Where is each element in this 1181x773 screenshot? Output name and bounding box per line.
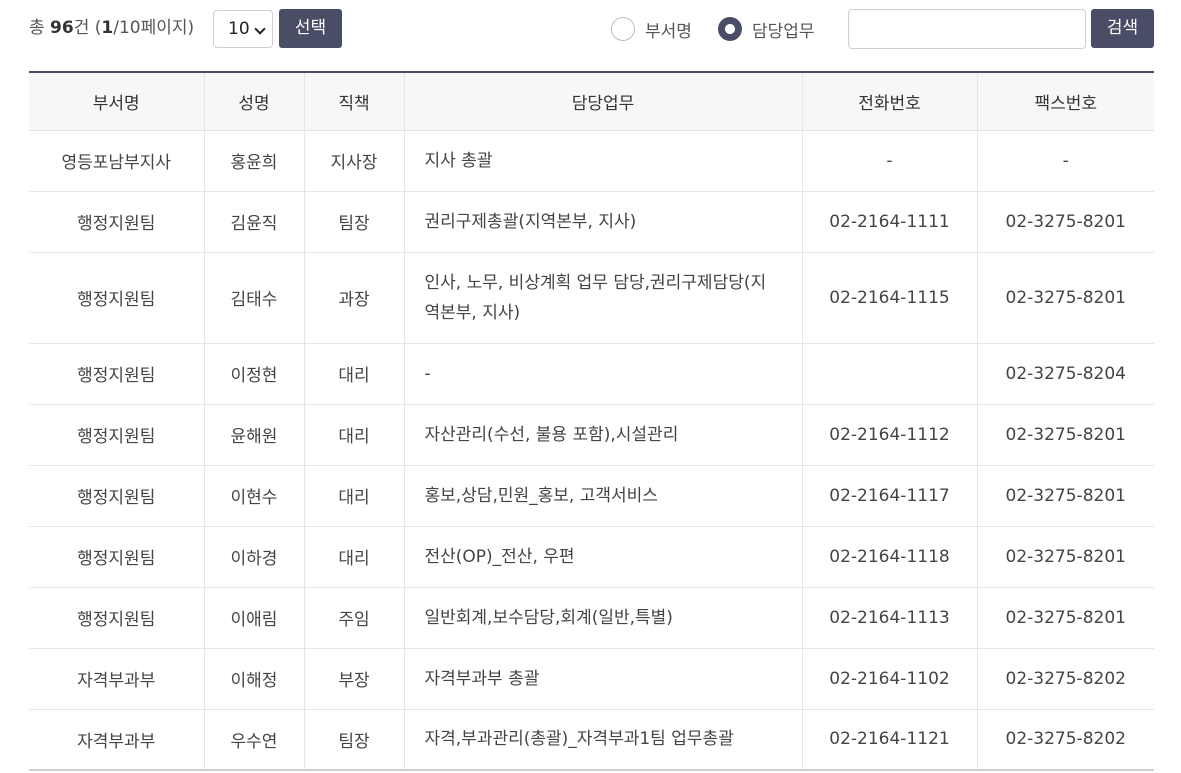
radio-task-label: 담당업무 — [752, 21, 815, 42]
table-row: 행정지원팀 이정현 대리 - 02-3275-8204 — [29, 343, 1154, 405]
cell-task: 전산(OP)_전산, 우편 — [403, 526, 802, 588]
header-department: 부서명 — [29, 71, 204, 131]
cell-department: 영등포남부지사 — [29, 130, 204, 192]
radio-department[interactable]: 부서명 — [611, 15, 692, 43]
table-row: 행정지원팀 윤해원 대리 자산관리(수선, 불용 포함),시설관리 02-216… — [29, 404, 1154, 466]
cell-fax: 02-3275-8201 — [976, 465, 1154, 527]
cell-position: 과장 — [303, 252, 404, 344]
cell-task: 인사, 노무, 비상계획 업무 담당,권리구제담당(지역본부, 지사) — [403, 252, 802, 344]
cell-phone: 02-2164-1102 — [801, 648, 977, 710]
page-size-select[interactable]: 10 — [213, 10, 273, 48]
cell-phone: 02-2164-1121 — [801, 709, 977, 771]
cell-position: 팀장 — [303, 191, 404, 253]
cell-task: 홍보,상담,민원_홍보, 고객서비스 — [403, 465, 802, 527]
table-row: 행정지원팀 김윤직 팀장 권리구제총괄(지역본부, 지사) 02-2164-11… — [29, 191, 1154, 253]
select-button[interactable]: 선택 — [279, 9, 342, 48]
header-name: 성명 — [203, 71, 304, 131]
cell-name: 이현수 — [203, 465, 304, 527]
cell-phone: 02-2164-1118 — [801, 526, 977, 588]
cell-name: 김태수 — [203, 252, 304, 344]
cell-fax: 02-3275-8201 — [976, 252, 1154, 344]
cell-task: 권리구제총괄(지역본부, 지사) — [403, 191, 802, 253]
cell-position: 주임 — [303, 587, 404, 649]
cell-name: 이애림 — [203, 587, 304, 649]
cell-position: 대리 — [303, 404, 404, 466]
cell-fax: 02-3275-8202 — [976, 648, 1154, 710]
cell-fax: 02-3275-8202 — [976, 709, 1154, 771]
cell-task: 일반회계,보수담당,회계(일반,특별) — [403, 587, 802, 649]
header-task: 담당업무 — [403, 71, 802, 131]
cell-task: 자격,부과관리(총괄)_자격부과1팀 업무총괄 — [403, 709, 802, 771]
cell-fax: 02-3275-8201 — [976, 404, 1154, 466]
cell-name: 이하경 — [203, 526, 304, 588]
cell-task: - — [403, 343, 802, 405]
total-count: 96 — [50, 18, 74, 38]
radio-task[interactable]: 담당업무 — [718, 15, 815, 43]
table-row: 행정지원팀 김태수 과장 인사, 노무, 비상계획 업무 담당,권리구제담당(지… — [29, 252, 1154, 344]
cell-department: 행정지원팀 — [29, 587, 204, 649]
cell-department: 자격부과부 — [29, 648, 204, 710]
staff-table-wrapper: 부서명 성명 직책 담당업무 전화번호 팩스번호 영등포남부지사 홍윤희 지사장… — [29, 71, 1154, 771]
cell-phone: 02-2164-1117 — [801, 465, 977, 527]
cell-task: 자산관리(수선, 불용 포함),시설관리 — [403, 404, 802, 466]
table-row: 자격부과부 우수연 팀장 자격,부과관리(총괄)_자격부과1팀 업무총괄 02-… — [29, 709, 1154, 771]
cell-department: 행정지원팀 — [29, 252, 204, 344]
cell-phone: 02-2164-1111 — [801, 191, 977, 253]
cell-department: 자격부과부 — [29, 709, 204, 771]
page-size-value: 10 — [228, 19, 250, 39]
cell-department: 행정지원팀 — [29, 404, 204, 466]
total-prefix: 총 — [29, 18, 51, 38]
cell-position: 대리 — [303, 343, 404, 405]
cell-fax: 02-3275-8201 — [976, 191, 1154, 253]
cell-name: 이정현 — [203, 343, 304, 405]
cell-fax: 02-3275-8201 — [976, 526, 1154, 588]
total-pages: /10페이지) — [113, 18, 195, 38]
cell-department: 행정지원팀 — [29, 465, 204, 527]
header-position: 직책 — [303, 71, 404, 131]
list-toolbar: 총 96건 (1/10페이지) 10 선택 부서명 담당업무 검색 — [29, 9, 1154, 49]
cell-fax: 02-3275-8204 — [976, 343, 1154, 405]
radio-circle-icon — [611, 17, 635, 41]
cell-fax: 02-3275-8201 — [976, 587, 1154, 649]
cell-fax: - — [976, 130, 1154, 192]
cell-name: 이해정 — [203, 648, 304, 710]
radio-department-label: 부서명 — [645, 21, 692, 42]
cell-task: 지사 총괄 — [403, 130, 802, 192]
cell-department: 행정지원팀 — [29, 191, 204, 253]
header-fax: 팩스번호 — [976, 71, 1154, 131]
cell-phone — [801, 343, 977, 405]
chevron-down-icon — [254, 23, 266, 35]
header-phone: 전화번호 — [801, 71, 977, 131]
total-unit: 건 ( — [73, 18, 102, 38]
table-row: 자격부과부 이해정 부장 자격부과부 총괄 02-2164-1102 02-32… — [29, 648, 1154, 710]
table-row: 행정지원팀 이현수 대리 홍보,상담,민원_홍보, 고객서비스 02-2164-… — [29, 465, 1154, 527]
search-button[interactable]: 검색 — [1091, 9, 1154, 48]
table-row: 행정지원팀 이하경 대리 전산(OP)_전산, 우편 02-2164-1118 … — [29, 526, 1154, 588]
cell-task: 자격부과부 총괄 — [403, 648, 802, 710]
cell-department: 행정지원팀 — [29, 526, 204, 588]
staff-table: 부서명 성명 직책 담당업무 전화번호 팩스번호 영등포남부지사 홍윤희 지사장… — [29, 71, 1154, 771]
cell-name: 우수연 — [203, 709, 304, 771]
cell-department: 행정지원팀 — [29, 343, 204, 405]
radio-selected-icon — [718, 17, 742, 41]
search-input[interactable] — [848, 9, 1086, 49]
cell-phone: 02-2164-1115 — [801, 252, 977, 344]
cell-name: 홍윤희 — [203, 130, 304, 192]
cell-position: 대리 — [303, 465, 404, 527]
cell-name: 김윤직 — [203, 191, 304, 253]
current-page: 1 — [101, 18, 114, 38]
table-header-row: 부서명 성명 직책 담당업무 전화번호 팩스번호 — [29, 71, 1154, 131]
cell-position: 지사장 — [303, 130, 404, 192]
cell-position: 부장 — [303, 648, 404, 710]
cell-name: 윤해원 — [203, 404, 304, 466]
table-row: 행정지원팀 이애림 주임 일반회계,보수담당,회계(일반,특별) 02-2164… — [29, 587, 1154, 649]
table-row: 영등포남부지사 홍윤희 지사장 지사 총괄 - - — [29, 130, 1154, 192]
cell-phone: 02-2164-1112 — [801, 404, 977, 466]
cell-position: 팀장 — [303, 709, 404, 771]
cell-position: 대리 — [303, 526, 404, 588]
cell-phone: - — [801, 130, 977, 192]
cell-phone: 02-2164-1113 — [801, 587, 977, 649]
total-count-label: 총 96건 (1/10페이지) — [29, 9, 194, 47]
